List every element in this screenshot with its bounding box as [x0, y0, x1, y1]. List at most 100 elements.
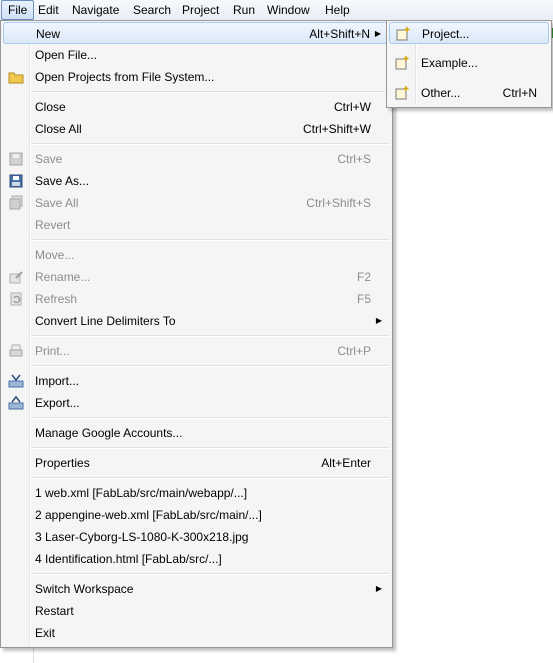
import-icon: [8, 373, 24, 389]
menu-item-switch-workspace[interactable]: Switch Workspace ▶: [3, 578, 390, 600]
menu-item-label: Convert Line Delimiters To: [35, 314, 176, 328]
menu-bar: File Edit Navigate Search Project Run Wi…: [0, 0, 553, 21]
menu-item-label: Export...: [35, 396, 80, 410]
menu-item-close[interactable]: Close Ctrl+W: [3, 96, 390, 118]
recent-file-item[interactable]: 1 web.xml [FabLab/src/main/webapp/...]: [3, 482, 390, 504]
menu-item-label: Print...: [35, 344, 70, 358]
menu-item-label: Properties: [35, 456, 90, 470]
menu-separator: [31, 239, 389, 241]
menu-item-shortcut: Alt+Shift+N: [309, 27, 370, 41]
submenu-arrow-icon: ▶: [375, 584, 382, 593]
new-example-icon: [394, 55, 410, 71]
menubar-project[interactable]: Project: [176, 1, 225, 19]
recent-file-item[interactable]: 4 Identification.html [FabLab/src/...]: [3, 548, 390, 570]
menu-item-close-all[interactable]: Close All Ctrl+Shift+W: [3, 118, 390, 140]
menu-item-refresh[interactable]: Refresh F5: [3, 288, 390, 310]
menubar-run[interactable]: Run: [227, 1, 261, 19]
menu-item-label: Manage Google Accounts...: [35, 426, 183, 440]
menubar-file[interactable]: File: [1, 0, 35, 20]
menubar-navigate[interactable]: Navigate: [66, 1, 125, 19]
save-as-icon: [8, 173, 24, 189]
menu-separator: [31, 143, 389, 145]
menu-item-shortcut: Ctrl+Shift+W: [302, 122, 371, 136]
menu-separator: [31, 447, 389, 449]
menu-item-open-projects[interactable]: Open Projects from File System...: [3, 66, 390, 88]
submenu-item-example[interactable]: Example...: [389, 52, 549, 74]
menu-item-label: Close All: [35, 122, 82, 136]
menu-item-label: Other...: [421, 86, 461, 100]
recent-file-label: 4 Identification.html [FabLab/src/...]: [35, 552, 222, 566]
menubar-window[interactable]: Window: [261, 1, 316, 19]
menu-item-manage-google-accounts[interactable]: Manage Google Accounts...: [3, 422, 390, 444]
export-icon: [8, 395, 24, 411]
submenu-arrow-icon: ▶: [375, 316, 382, 325]
menu-item-save[interactable]: Save Ctrl+S: [3, 148, 390, 170]
menu-separator: [31, 335, 389, 337]
recent-file-label: 1 web.xml [FabLab/src/main/webapp/...]: [35, 486, 248, 500]
menu-item-shortcut: Ctrl+Shift+S: [306, 196, 371, 210]
save-all-icon: [8, 195, 24, 211]
menu-item-new[interactable]: New Alt+Shift+N ▶: [3, 22, 390, 44]
menu-item-shortcut: F5: [356, 292, 371, 306]
menu-item-label: Project...: [422, 27, 470, 41]
menu-item-shortcut: F2: [356, 270, 371, 284]
menu-item-label: Rename...: [35, 270, 91, 284]
menu-item-shortcut: Ctrl+P: [337, 344, 371, 358]
menu-item-label: Example...: [421, 56, 478, 70]
menubar-edit[interactable]: Edit: [32, 1, 65, 19]
new-submenu: Project... Example... Other... Ctrl+N: [386, 20, 552, 108]
menu-item-convert-line-delimiters[interactable]: Convert Line Delimiters To ▶: [3, 310, 390, 332]
menu-item-label: Restart: [35, 604, 74, 618]
recent-file-item[interactable]: 3 Laser-Cyborg-LS-1080-K-300x218.jpg: [3, 526, 390, 548]
menu-item-exit[interactable]: Exit: [3, 622, 390, 644]
menu-item-label: New: [36, 27, 61, 41]
file-menu: New Alt+Shift+N ▶ Open File... Open Proj…: [0, 20, 393, 648]
menu-item-properties[interactable]: Properties Alt+Enter: [3, 452, 390, 474]
menu-item-label: Move...: [35, 248, 75, 262]
menu-item-save-as[interactable]: Save As...: [3, 170, 390, 192]
refresh-icon: [8, 291, 24, 307]
menu-separator: [31, 573, 389, 575]
menu-item-rename[interactable]: Rename... F2: [3, 266, 390, 288]
submenu-item-project[interactable]: Project...: [389, 22, 549, 44]
menu-item-shortcut: Ctrl+N: [502, 86, 537, 100]
menu-item-restart[interactable]: Restart: [3, 600, 390, 622]
menu-item-shortcut: Ctrl+W: [334, 100, 371, 114]
menu-item-revert[interactable]: Revert: [3, 214, 390, 236]
menu-item-import[interactable]: Import...: [3, 370, 390, 392]
menu-item-print[interactable]: Print... Ctrl+P: [3, 340, 390, 362]
menu-item-label: Exit: [35, 626, 56, 640]
menu-item-label: Close: [35, 100, 66, 114]
menu-item-open-file[interactable]: Open File...: [3, 44, 390, 66]
print-icon: [8, 343, 24, 359]
menu-item-label: Save: [35, 152, 63, 166]
menu-item-label: Open Projects from File System...: [35, 70, 215, 84]
menu-item-shortcut: Ctrl+S: [337, 152, 371, 166]
menu-item-label: Refresh: [35, 292, 78, 306]
menu-item-label: Import...: [35, 374, 80, 388]
recent-file-label: 2 appengine-web.xml [FabLab/src/main/...…: [35, 508, 262, 522]
menu-separator: [31, 417, 389, 419]
menu-separator: [31, 365, 389, 367]
menubar-help[interactable]: Help: [319, 1, 356, 19]
menubar-search[interactable]: Search: [127, 1, 177, 19]
submenu-item-other[interactable]: Other... Ctrl+N: [389, 82, 549, 104]
menu-separator: [31, 477, 389, 479]
menu-item-save-all[interactable]: Save All Ctrl+Shift+S: [3, 192, 390, 214]
menu-item-label: Save All: [35, 196, 79, 210]
recent-file-label: 3 Laser-Cyborg-LS-1080-K-300x218.jpg: [35, 530, 249, 544]
folder-icon: [8, 69, 24, 85]
rename-icon: [8, 269, 24, 285]
new-other-icon: [394, 85, 410, 101]
menu-item-move[interactable]: Move...: [3, 244, 390, 266]
menu-separator: [31, 91, 389, 93]
new-project-icon: [395, 26, 411, 42]
menu-item-label: Open File...: [35, 48, 98, 62]
recent-file-item[interactable]: 2 appengine-web.xml [FabLab/src/main/...…: [3, 504, 390, 526]
save-icon: [8, 151, 24, 167]
submenu-arrow-icon: ▶: [374, 29, 381, 38]
menu-item-label: Revert: [35, 218, 71, 232]
menu-item-label: Switch Workspace: [35, 582, 134, 596]
menu-item-label: Save As...: [35, 174, 90, 188]
menu-item-export[interactable]: Export...: [3, 392, 390, 414]
